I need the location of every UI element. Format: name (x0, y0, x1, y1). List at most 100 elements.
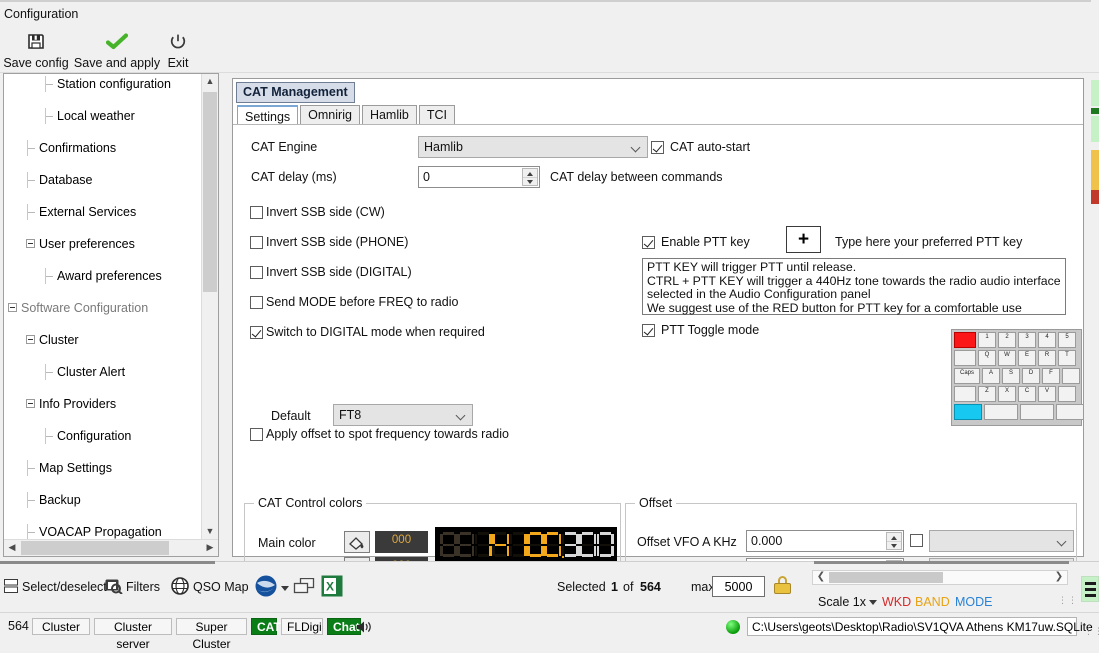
qso-map-icon[interactable] (171, 577, 189, 598)
offset-vfo-a-stepper[interactable] (886, 532, 902, 550)
tree-item-software-configuration[interactable]: Software Configuration (4, 300, 201, 316)
key-2[interactable]: 2 (998, 332, 1016, 348)
filters-label[interactable]: Filters (126, 580, 160, 594)
key-blank[interactable] (1056, 404, 1084, 420)
tree-item-external-services[interactable]: External Services (4, 204, 201, 220)
select-deselect-icon[interactable] (4, 579, 18, 596)
scroll-up-icon[interactable]: ▲ (202, 74, 218, 90)
tree-expander-minus-icon[interactable] (26, 399, 35, 408)
tree-expander-minus-icon[interactable] (26, 239, 35, 248)
tree-expander-minus-icon[interactable] (8, 303, 17, 312)
tree-item-backup[interactable]: Backup (4, 492, 201, 508)
checkbox-invert-ssb-side-digital[interactable] (250, 266, 263, 279)
key-z[interactable]: Z (978, 386, 996, 402)
cat-tab-bar[interactable]: Settings Omnirig Hamlib TCI (237, 105, 457, 125)
band-filter[interactable]: BAND (915, 595, 950, 609)
key-5[interactable]: 5 (1058, 332, 1076, 348)
mode-filter[interactable]: MODE (955, 595, 993, 609)
key-t[interactable]: T (1058, 350, 1076, 366)
max-input[interactable]: 5000 (712, 576, 765, 597)
save-and-apply-button[interactable]: Save and apply (72, 27, 162, 73)
key-blank[interactable] (954, 350, 976, 366)
tree-item-user-preferences[interactable]: User preferences (4, 236, 201, 252)
earth-dropdown-caret-icon[interactable] (281, 586, 289, 591)
status-button-super-cluster[interactable]: Super Cluster (176, 618, 247, 651)
key-v[interactable]: V (1038, 386, 1056, 402)
tree-hscroll-thumb[interactable] (21, 541, 169, 555)
lock-icon[interactable] (774, 576, 791, 594)
resize-grip[interactable]: ⋮⋮ (1058, 596, 1078, 605)
tree-horizontal-scrollbar[interactable]: ◀ ▶ (4, 539, 218, 556)
tree-item-info-providers[interactable]: Info Providers (4, 396, 201, 412)
key-caps[interactable]: Caps (954, 368, 980, 384)
checkbox-send-mode-before-freq-to-radio[interactable] (250, 296, 263, 309)
exit-button[interactable]: Exit (164, 27, 192, 73)
tree-item-map-settings[interactable]: Map Settings (4, 460, 201, 476)
cat-delay-stepper[interactable] (522, 168, 538, 186)
scroll-right-icon[interactable]: ▶ (202, 540, 218, 556)
key-blank[interactable] (1062, 368, 1080, 384)
tree-item-cluster[interactable]: Cluster (4, 332, 201, 348)
tree-item-station-configuration[interactable]: Station configuration (4, 76, 201, 92)
offset-vfo-a-select[interactable] (929, 530, 1074, 552)
tree-item-cluster-alert[interactable]: Cluster Alert (4, 364, 201, 380)
key-c[interactable]: C (1018, 386, 1036, 402)
tab-settings[interactable]: Settings (237, 105, 299, 125)
key-s[interactable]: S (1002, 368, 1020, 384)
windows-icon[interactable] (293, 577, 317, 597)
status-button-fldigi[interactable]: FLDigi (281, 618, 323, 635)
key-f[interactable]: F (1042, 368, 1060, 384)
status-resize-grip[interactable]: ⋮⋮ (1084, 627, 1099, 636)
scale-label[interactable]: Scale 1x (818, 595, 866, 609)
key-esc[interactable] (954, 332, 976, 348)
earth-icon[interactable] (254, 574, 278, 601)
tree-vertical-scrollbar[interactable]: ▲ ▼ (201, 74, 218, 540)
scroll-left-icon[interactable]: ◀ (4, 540, 20, 556)
checkbox-invert-ssb-side-cw[interactable] (250, 206, 263, 219)
speaker-icon[interactable] (356, 620, 372, 637)
scale-scroll-thumb[interactable] (829, 572, 943, 583)
scale-scroll-left-icon[interactable]: ❮ (814, 571, 828, 584)
save-config-button[interactable]: Save config (2, 27, 70, 73)
key-ctrl[interactable] (954, 404, 982, 420)
key-blank[interactable] (954, 386, 976, 402)
apply-offset-checkbox[interactable] (250, 428, 263, 441)
key-a[interactable]: A (982, 368, 1000, 384)
key-3[interactable]: 3 (1018, 332, 1036, 348)
tree-item-local-weather[interactable]: Local weather (4, 108, 201, 124)
cat-autostart-checkbox[interactable] (651, 141, 664, 154)
filters-icon[interactable] (105, 578, 123, 597)
tree-vscroll-thumb[interactable] (203, 92, 217, 292)
cat-delay-input[interactable]: 0 (418, 166, 540, 188)
key-d[interactable]: D (1022, 368, 1040, 384)
scale-scrollbar[interactable]: ❮ ❯ (812, 570, 1068, 585)
checkbox-invert-ssb-side-phone[interactable] (250, 236, 263, 249)
key-r[interactable]: R (1038, 350, 1056, 366)
key-e[interactable]: E (1018, 350, 1036, 366)
offset-vfo-a-checkbox[interactable] (910, 534, 923, 547)
ptt-toggle-checkbox[interactable] (642, 324, 655, 337)
key-blank[interactable] (1020, 404, 1054, 420)
select-deselect-label[interactable]: Select/deselect (22, 580, 107, 594)
key-w[interactable]: W (998, 350, 1016, 366)
status-button-cat[interactable]: CAT (251, 618, 281, 635)
key-q[interactable]: Q (978, 350, 996, 366)
key-4[interactable]: 4 (1038, 332, 1056, 348)
database-path[interactable]: C:\Users\geots\Desktop\Radio\SV1QVA Athe… (747, 617, 1093, 636)
status-button-cluster[interactable]: Cluster (32, 618, 90, 635)
cat-engine-select[interactable]: Hamlib (418, 136, 648, 158)
key-blank[interactable] (1058, 386, 1076, 402)
tab-tci[interactable]: TCI (418, 105, 455, 124)
excel-icon[interactable]: X (321, 575, 343, 600)
qso-map-label[interactable]: QSO Map (193, 580, 249, 594)
tree-item-award-preferences[interactable]: Award preferences (4, 268, 201, 284)
scroll-down-icon[interactable]: ▼ (202, 524, 218, 540)
scale-dropdown-caret-icon[interactable] (869, 600, 877, 605)
ptt-key-capture-box[interactable]: + (786, 226, 821, 253)
checkbox-switch-to-digital-mode-when-required[interactable] (250, 326, 263, 339)
status-button-cluster-server[interactable]: Cluster server (94, 618, 172, 651)
tab-hamlib[interactable]: Hamlib (361, 105, 417, 124)
tree-item-database[interactable]: Database (4, 172, 201, 188)
list-icon[interactable] (1081, 576, 1099, 602)
key-x[interactable]: X (998, 386, 1016, 402)
